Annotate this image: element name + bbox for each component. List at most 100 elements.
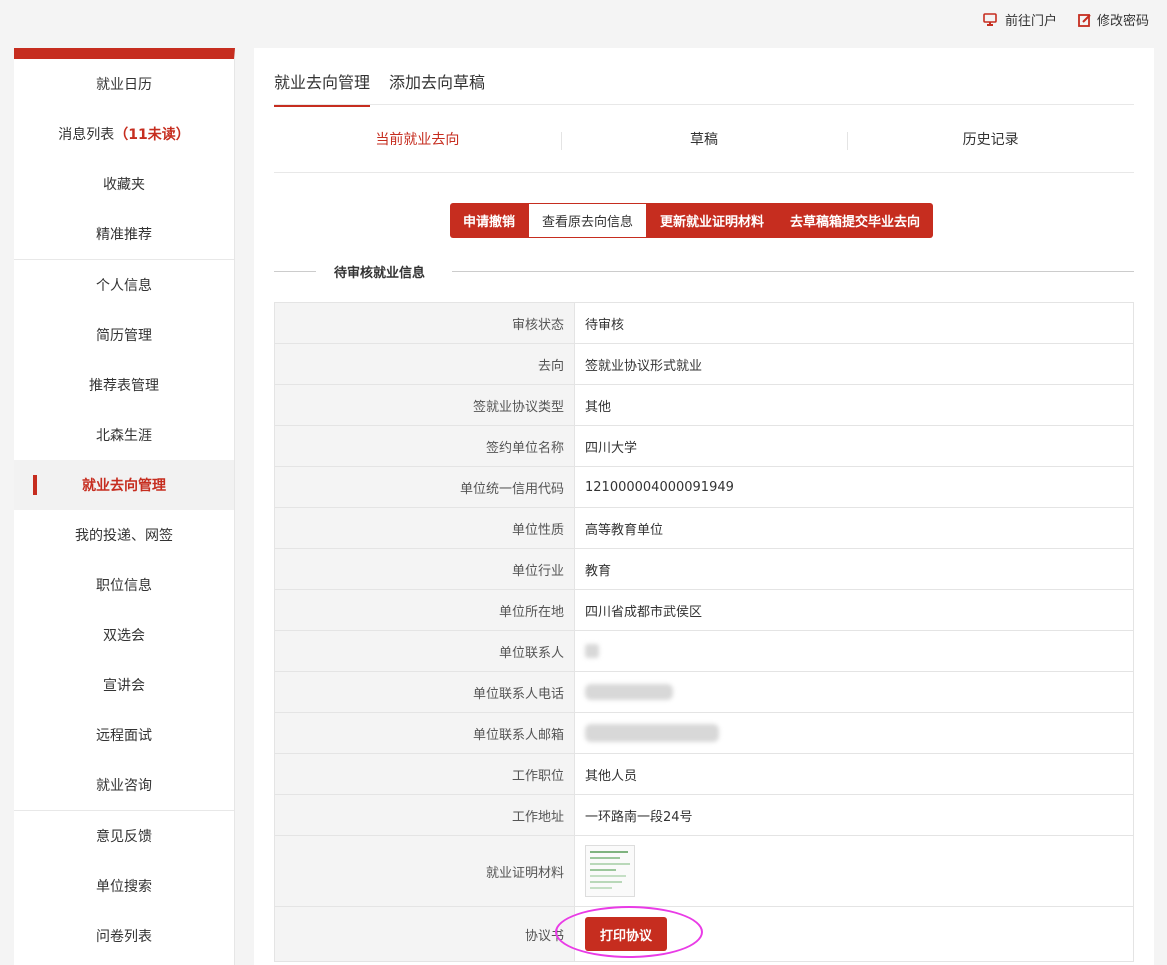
field-value-redacted <box>574 712 1134 754</box>
field-value: 一环路南一段24号 <box>574 794 1134 836</box>
redacted-block <box>585 724 719 742</box>
sidebar-item-label: 单位搜索 <box>96 879 152 895</box>
apply-revoke-button[interactable]: 申请撤销 <box>450 203 529 238</box>
subtab-drafts[interactable]: 草稿 <box>560 105 848 172</box>
sidebar-item-consulting[interactable]: 就业咨询 <box>14 760 234 810</box>
field-value: 教育 <box>574 548 1134 590</box>
sidebar-item-applications[interactable]: 我的投递、网签 <box>14 510 234 560</box>
sidebar-item-remote-interview[interactable]: 远程面试 <box>14 710 234 760</box>
monitor-icon <box>983 12 997 27</box>
section-divider <box>274 271 316 272</box>
sidebar-item-label: 推荐表管理 <box>89 378 159 394</box>
subtab-history[interactable]: 历史记录 <box>847 105 1134 172</box>
field-label: 单位联系人 <box>274 630 575 672</box>
view-original-destination-button[interactable]: 查看原去向信息 <box>528 203 648 238</box>
tab-add-draft[interactable]: 添加去向草稿 <box>389 69 485 105</box>
field-label: 单位性质 <box>274 507 575 549</box>
main-tabs: 就业去向管理 添加去向草稿 <box>274 48 1134 107</box>
section-title: 待审核就业信息 <box>274 262 1134 281</box>
sidebar: 就业日历 消息列表 （11未读） 收藏夹 精准推荐 个人信息 简历管理 推荐表管理… <box>14 48 235 965</box>
sidebar-item-feedback[interactable]: 意见反馈 <box>14 811 234 861</box>
field-label: 单位联系人邮箱 <box>274 712 575 754</box>
sidebar-item-employment-destination[interactable]: 就业去向管理 <box>14 460 234 510</box>
table-row: 工作地址 一环路南一段24号 <box>274 794 1134 836</box>
sidebar-item-label: 消息列表 <box>58 127 115 143</box>
tab-employment-destination[interactable]: 就业去向管理 <box>274 69 371 107</box>
sidebar-item-messages[interactable]: 消息列表 （11未读） <box>14 109 234 159</box>
subtab-current[interactable]: 当前就业去向 <box>274 105 561 172</box>
table-row: 就业证明材料 <box>274 835 1134 907</box>
field-value: 四川省成都市武侯区 <box>574 589 1134 631</box>
sidebar-item-label: 宣讲会 <box>103 678 145 694</box>
field-value: 待审核 <box>574 302 1134 344</box>
submit-draft-button[interactable]: 去草稿箱提交毕业去向 <box>777 203 934 238</box>
field-label: 签约单位名称 <box>274 425 575 467</box>
table-row: 签就业协议类型 其他 <box>274 384 1134 426</box>
table-row: 单位联系人 <box>274 630 1134 672</box>
sidebar-item-label: 个人信息 <box>96 278 152 294</box>
table-row: 签约单位名称 四川大学 <box>274 425 1134 467</box>
sidebar-item-label: 精准推荐 <box>96 227 152 243</box>
go-to-portal-label: 前往门户 <box>1005 14 1058 29</box>
sidebar-item-recommendation-form[interactable]: 推荐表管理 <box>14 360 234 410</box>
table-row: 工作职位 其他人员 <box>274 753 1134 795</box>
sidebar-item-label: 远程面试 <box>96 728 152 744</box>
sidebar-item-profile[interactable]: 个人信息 <box>14 260 234 310</box>
sidebar-item-label: 意见反馈 <box>96 829 152 845</box>
sidebar-item-beisen-career[interactable]: 北森生涯 <box>14 410 234 460</box>
sidebar-item-label: 收藏夹 <box>103 177 145 193</box>
redacted-block <box>585 644 599 658</box>
unread-count-badge: （11未读） <box>114 127 190 143</box>
table-row: 单位性质 高等教育单位 <box>274 507 1134 549</box>
go-to-portal-link[interactable]: 前往门户 <box>983 10 1057 29</box>
field-value-redacted <box>574 671 1134 713</box>
employment-info-table: 审核状态 待审核 去向 签就业协议形式就业 签就业协议类型 其他 签约单位名称 四川大学… <box>274 302 1134 962</box>
sidebar-item-job-fair[interactable]: 双选会 <box>14 610 234 660</box>
field-value: 四川大学 <box>574 425 1134 467</box>
field-value: 签就业协议形式就业 <box>574 343 1134 385</box>
proof-document-thumbnail[interactable] <box>585 845 635 897</box>
update-proof-button[interactable]: 更新就业证明材料 <box>647 203 778 238</box>
field-value: 高等教育单位 <box>574 507 1134 549</box>
field-label: 就业证明材料 <box>274 835 575 907</box>
sidebar-item-label: 我的投递、网签 <box>75 528 173 544</box>
sidebar-item-jobs[interactable]: 职位信息 <box>14 560 234 610</box>
section-divider <box>452 271 1134 272</box>
sidebar-item-resume[interactable]: 简历管理 <box>14 310 234 360</box>
field-value: 其他人员 <box>574 753 1134 795</box>
sidebar-item-favorites[interactable]: 收藏夹 <box>14 159 234 209</box>
proof-cell <box>574 835 1134 907</box>
edit-icon <box>1078 13 1092 27</box>
sidebar-item-label: 双选会 <box>103 628 145 644</box>
sidebar-item-label: 就业日历 <box>96 77 152 93</box>
field-label: 单位统一信用代码 <box>274 466 575 508</box>
sidebar-item-label: 北森生涯 <box>96 428 152 444</box>
change-password-label: 修改密码 <box>1097 14 1150 29</box>
sidebar-item-label: 职位信息 <box>96 578 152 594</box>
sidebar-item-calendar[interactable]: 就业日历 <box>14 59 234 109</box>
sidebar-item-company-search[interactable]: 单位搜索 <box>14 861 234 911</box>
sidebar-item-label: 就业去向管理 <box>82 478 166 494</box>
field-label: 单位联系人电话 <box>274 671 575 713</box>
table-row: 单位所在地 四川省成都市武侯区 <box>274 589 1134 631</box>
field-label: 单位行业 <box>274 548 575 590</box>
sidebar-item-presentations[interactable]: 宣讲会 <box>14 660 234 710</box>
redacted-block <box>585 684 673 700</box>
field-label: 工作职位 <box>274 753 575 795</box>
field-value: 其他 <box>574 384 1134 426</box>
table-row: 审核状态 待审核 <box>274 302 1134 344</box>
table-row: 协议书 打印协议 <box>274 906 1134 962</box>
action-button-group: 申请撤销 查看原去向信息 更新就业证明材料 去草稿箱提交毕业去向 <box>450 203 934 238</box>
field-label: 签就业协议类型 <box>274 384 575 426</box>
sidebar-item-recommend[interactable]: 精准推荐 <box>14 209 234 259</box>
table-row: 单位行业 教育 <box>274 548 1134 590</box>
print-agreement-button[interactable]: 打印协议 <box>585 917 667 951</box>
table-row: 单位统一信用代码 121000004000091949 <box>274 466 1134 508</box>
field-label: 协议书 <box>274 906 575 962</box>
field-label: 工作地址 <box>274 794 575 836</box>
sidebar-item-label: 就业咨询 <box>96 778 152 794</box>
sidebar-item-surveys[interactable]: 问卷列表 <box>14 911 234 961</box>
sub-tabs: 当前就业去向 草稿 历史记录 <box>274 105 1134 173</box>
main-panel: 就业去向管理 添加去向草稿 当前就业去向 草稿 历史记录 申请撤销 查看原去向信… <box>254 48 1154 965</box>
change-password-link[interactable]: 修改密码 <box>1078 10 1149 29</box>
